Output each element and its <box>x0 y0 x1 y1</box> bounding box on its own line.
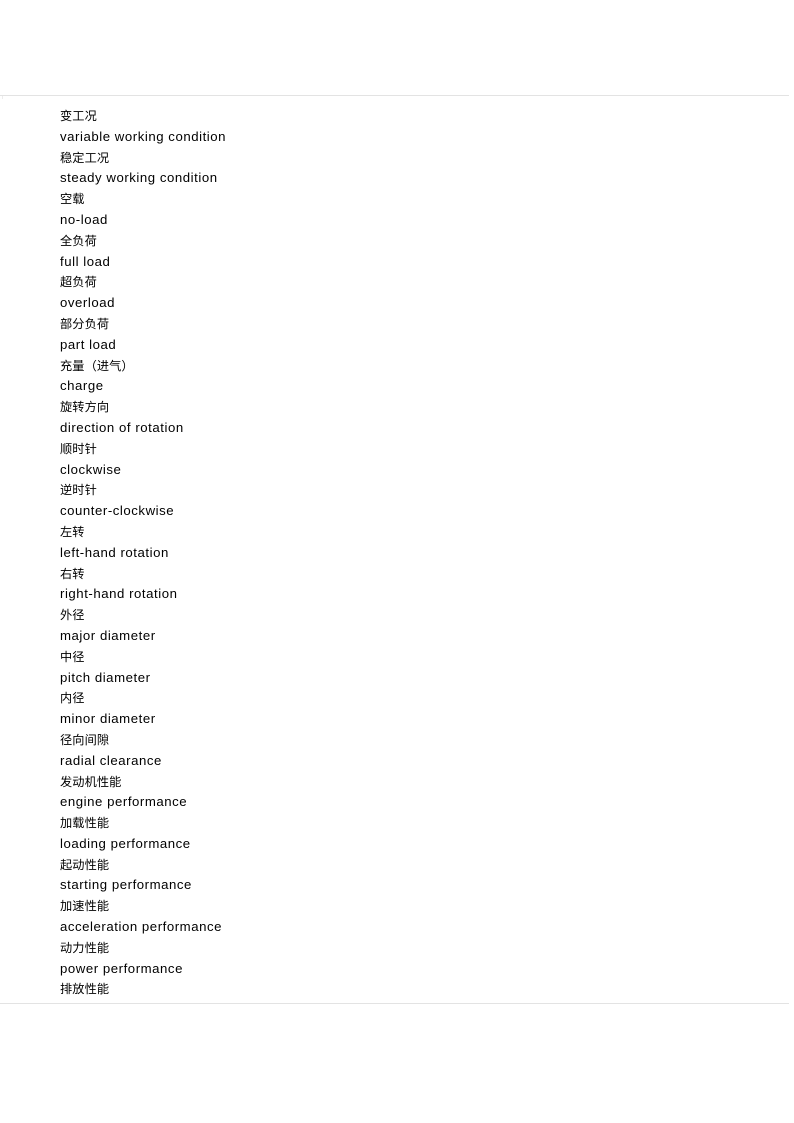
glossary-term-chinese: 全负荷 <box>60 233 97 248</box>
glossary-term-english: right-hand rotation <box>60 586 178 602</box>
glossary-term-chinese: 径向间隙 <box>60 732 110 747</box>
document-page: 变工况 variable working condition 稳定工况 steady … <box>0 0 794 1123</box>
glossary-term-english: charge <box>60 378 104 394</box>
glossary-term-chinese: 起动性能 <box>60 857 110 872</box>
glossary-term-chinese: 稳定工况 <box>60 150 110 165</box>
glossary-term-english: direction of rotation <box>60 419 184 435</box>
glossary-entry: 右转 right-hand rotation <box>60 564 760 606</box>
glossary-term-english: left-hand rotation <box>60 544 169 560</box>
glossary-entry: 空载 no-load <box>60 189 760 231</box>
glossary-term-chinese: 充量（进气） <box>60 358 134 373</box>
glossary-list: 变工况 variable working condition 稳定工况 steady … <box>60 106 760 1000</box>
glossary-entry: 径向间隙 radial clearance <box>60 730 760 772</box>
glossary-term-chinese: 变工况 <box>60 109 97 123</box>
glossary-term-chinese: 内径 <box>60 691 85 706</box>
glossary-term-english: engine performance <box>60 794 188 810</box>
glossary-entry: 全负荷 full load <box>60 231 760 273</box>
glossary-term-chinese: 动力性能 <box>60 940 110 955</box>
glossary-term-english: steady working condition <box>60 170 218 186</box>
glossary-entry: 排放性能 <box>60 979 760 1000</box>
glossary-term-english: variable working condition <box>60 128 227 144</box>
glossary-term-english: starting performance <box>60 877 192 893</box>
glossary-term-english: radial clearance <box>60 752 162 768</box>
glossary-term-english: clockwise <box>60 461 122 477</box>
gutter-tick <box>2 96 3 99</box>
glossary-entry: 动力性能 power performance <box>60 938 760 980</box>
glossary-entry: 加载性能 loading performance <box>60 813 760 855</box>
glossary-entry: 内径 minor diameter <box>60 688 760 730</box>
glossary-entry: 充量（进气） charge <box>60 356 760 398</box>
glossary-term-chinese: 逆时针 <box>60 483 97 498</box>
glossary-term-chinese: 加载性能 <box>60 816 110 831</box>
glossary-entry: 稳定工况 steady working condition <box>60 148 760 190</box>
glossary-term-chinese: 加速性能 <box>60 899 110 914</box>
glossary-entry: 超负荷 overload <box>60 272 760 314</box>
glossary-entry: 发动机性能 engine performance <box>60 772 760 814</box>
glossary-term-chinese: 外径 <box>60 608 85 623</box>
glossary-term-chinese: 右转 <box>60 566 85 581</box>
glossary-entry: 顺时针 clockwise <box>60 439 760 481</box>
glossary-term-chinese: 旋转方向 <box>60 400 110 415</box>
glossary-term-english: part load <box>60 336 117 352</box>
glossary-term-english: counter-clockwise <box>60 503 175 519</box>
glossary-entry: 加速性能 acceleration performance <box>60 896 760 938</box>
glossary-term-chinese: 部分负荷 <box>60 316 110 331</box>
glossary-entry: 外径 major diameter <box>60 605 760 647</box>
glossary-term-chinese: 顺时针 <box>60 441 97 456</box>
footer-divider <box>0 1003 789 1004</box>
glossary-entry: 中径 pitch diameter <box>60 647 760 689</box>
glossary-term-english: minor diameter <box>60 711 156 727</box>
glossary-entry: 部分负荷 part load <box>60 314 760 356</box>
glossary-term-english: overload <box>60 295 115 311</box>
glossary-term-english: loading performance <box>60 835 191 851</box>
header-divider <box>0 95 789 96</box>
glossary-entry: 变工况 variable working condition <box>60 106 760 148</box>
glossary-entry: 旋转方向 direction of rotation <box>60 397 760 439</box>
glossary-term-english: no-load <box>60 211 108 227</box>
glossary-term-chinese: 超负荷 <box>60 275 97 290</box>
glossary-term-chinese: 排放性能 <box>60 982 110 997</box>
glossary-term-chinese: 空载 <box>60 192 85 207</box>
glossary-entry: 逆时针 counter-clockwise <box>60 480 760 522</box>
glossary-term-chinese: 中径 <box>60 649 85 664</box>
glossary-term-english: power performance <box>60 960 183 976</box>
glossary-term-chinese: 发动机性能 <box>60 774 122 789</box>
glossary-term-english: major diameter <box>60 627 156 643</box>
glossary-entry: 左转 left-hand rotation <box>60 522 760 564</box>
glossary-entry: 起动性能 starting performance <box>60 855 760 897</box>
glossary-term-english: acceleration performance <box>60 919 223 935</box>
glossary-term-chinese: 左转 <box>60 524 85 539</box>
glossary-term-english: pitch diameter <box>60 669 151 685</box>
glossary-term-english: full load <box>60 253 111 269</box>
